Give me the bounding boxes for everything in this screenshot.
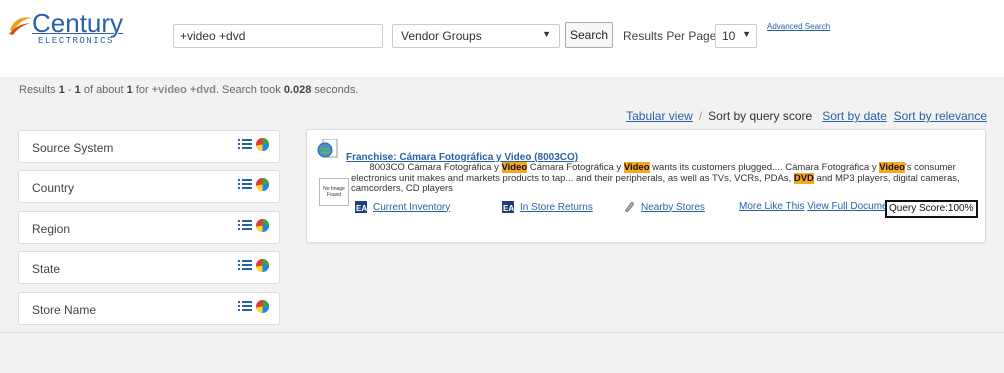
footer-divider xyxy=(0,332,1004,333)
logo-subtitle: ELECTRONICS xyxy=(38,36,114,46)
snippet-text: Cámara Fotográfica y xyxy=(527,162,624,173)
summary-of-about: of about xyxy=(80,84,127,96)
sort-current: Sort by query score xyxy=(708,109,813,123)
facet-icons xyxy=(238,300,270,318)
in-store-returns-item: EA In Store Returns xyxy=(502,201,593,213)
facet-state[interactable]: State xyxy=(18,251,280,284)
facet-icons xyxy=(238,178,270,196)
result-card: Franchise: Cámara Fotográfica y Video (8… xyxy=(306,129,986,243)
result-snippet: 8003CO Cámara Fotográfica y Video Cámara… xyxy=(351,162,981,195)
pie-chart-icon[interactable] xyxy=(256,178,270,192)
snippet-highlight: Video xyxy=(501,162,528,173)
ea-app-icon: EA xyxy=(502,201,514,213)
vendor-groups-select[interactable]: Vendor Groups ▼ xyxy=(392,24,560,48)
century-logo[interactable]: Century ELECTRONICS xyxy=(8,8,148,50)
pie-chart-icon[interactable] xyxy=(256,259,270,273)
more-like-this-item: More Like This View Full Document xyxy=(739,201,896,212)
pie-chart-icon[interactable] xyxy=(256,138,270,152)
in-store-returns-link[interactable]: In Store Returns xyxy=(520,202,593,213)
facet-source-system[interactable]: Source System xyxy=(18,130,280,163)
snippet-text: 8003CO Cámara Fotográfica y xyxy=(369,162,502,173)
snippet-highlight: Video xyxy=(879,162,905,173)
summary-for: for xyxy=(132,84,152,96)
facet-icons xyxy=(238,138,270,156)
advanced-search-link[interactable]: Advanced Search xyxy=(767,22,830,31)
current-inventory-item: EA Current Inventory xyxy=(355,201,450,213)
results-per-page-select[interactable]: 10 ▼ xyxy=(715,24,757,48)
paperclip-icon xyxy=(625,202,634,212)
query-score-badge: Query Score:100% xyxy=(885,200,978,218)
tabular-view-link[interactable]: Tabular view xyxy=(626,109,693,123)
summary-seconds: 0.028 xyxy=(283,84,312,96)
list-icon[interactable] xyxy=(238,139,252,151)
list-icon[interactable] xyxy=(238,301,252,313)
facet-label: Country xyxy=(32,181,75,195)
header: Century ELECTRONICS Vendor Groups ▼ Sear… xyxy=(0,0,1004,77)
list-icon[interactable] xyxy=(238,179,252,191)
facet-label: State xyxy=(32,262,61,276)
summary-prefix: Results xyxy=(19,84,59,96)
more-like-this-link[interactable]: More Like This xyxy=(739,201,804,212)
summary-dash: - xyxy=(64,84,75,96)
facet-icons xyxy=(238,219,270,237)
vendor-groups-value: Vendor Groups xyxy=(401,29,482,43)
results-per-page-value: 10 xyxy=(722,29,736,43)
web-document-icon xyxy=(317,139,338,158)
nearby-stores-link[interactable]: Nearby Stores xyxy=(641,202,705,213)
search-input[interactable] xyxy=(173,24,383,48)
facet-country[interactable]: Country xyxy=(18,170,280,203)
view-full-document-link[interactable]: View Full Document xyxy=(807,201,896,212)
swoosh-icon xyxy=(9,17,32,35)
search-button[interactable]: Search xyxy=(565,22,613,48)
facet-icons xyxy=(238,259,270,277)
list-icon[interactable] xyxy=(238,260,252,272)
pie-chart-icon[interactable] xyxy=(256,219,270,233)
nearby-stores-item: Nearby Stores xyxy=(623,201,705,213)
sort-separator: / xyxy=(698,109,703,123)
results-summary: Results 1 - 1 of about 1 for +video +dvd… xyxy=(19,84,358,96)
pie-chart-icon[interactable] xyxy=(256,300,270,314)
sort-by-relevance-link[interactable]: Sort by relevance xyxy=(894,109,987,123)
summary-query: +video +dvd xyxy=(151,84,216,96)
facet-store-name[interactable]: Store Name xyxy=(18,292,280,325)
ea-app-icon: EA xyxy=(355,201,367,213)
facet-region[interactable]: Region xyxy=(18,211,280,244)
svg-text:EA: EA xyxy=(503,204,514,213)
logo-brand: Century xyxy=(32,8,124,38)
snippet-highlight: Video xyxy=(623,162,650,173)
list-icon[interactable] xyxy=(238,220,252,232)
caret-down-icon: ▼ xyxy=(742,29,751,39)
results-per-page-label: Results Per Page : xyxy=(623,29,724,43)
facet-label: Store Name xyxy=(32,303,97,317)
no-image-placeholder: No Image Found xyxy=(319,178,349,206)
sort-bar: Tabular view / Sort by query score Sort by… xyxy=(626,109,987,123)
caret-down-icon: ▼ xyxy=(542,29,551,39)
svg-text:EA: EA xyxy=(356,204,367,213)
summary-took: . Search took xyxy=(215,84,284,96)
facet-label: Region xyxy=(32,222,71,236)
current-inventory-link[interactable]: Current Inventory xyxy=(373,202,450,213)
facet-label: Source System xyxy=(32,141,114,155)
snippet-highlight: DVD xyxy=(793,172,814,184)
snippet-text: wants its customers plugged.... Cámara F… xyxy=(649,162,880,173)
summary-seconds-suffix: seconds. xyxy=(311,84,359,96)
sort-by-date-link[interactable]: Sort by date xyxy=(822,109,887,123)
